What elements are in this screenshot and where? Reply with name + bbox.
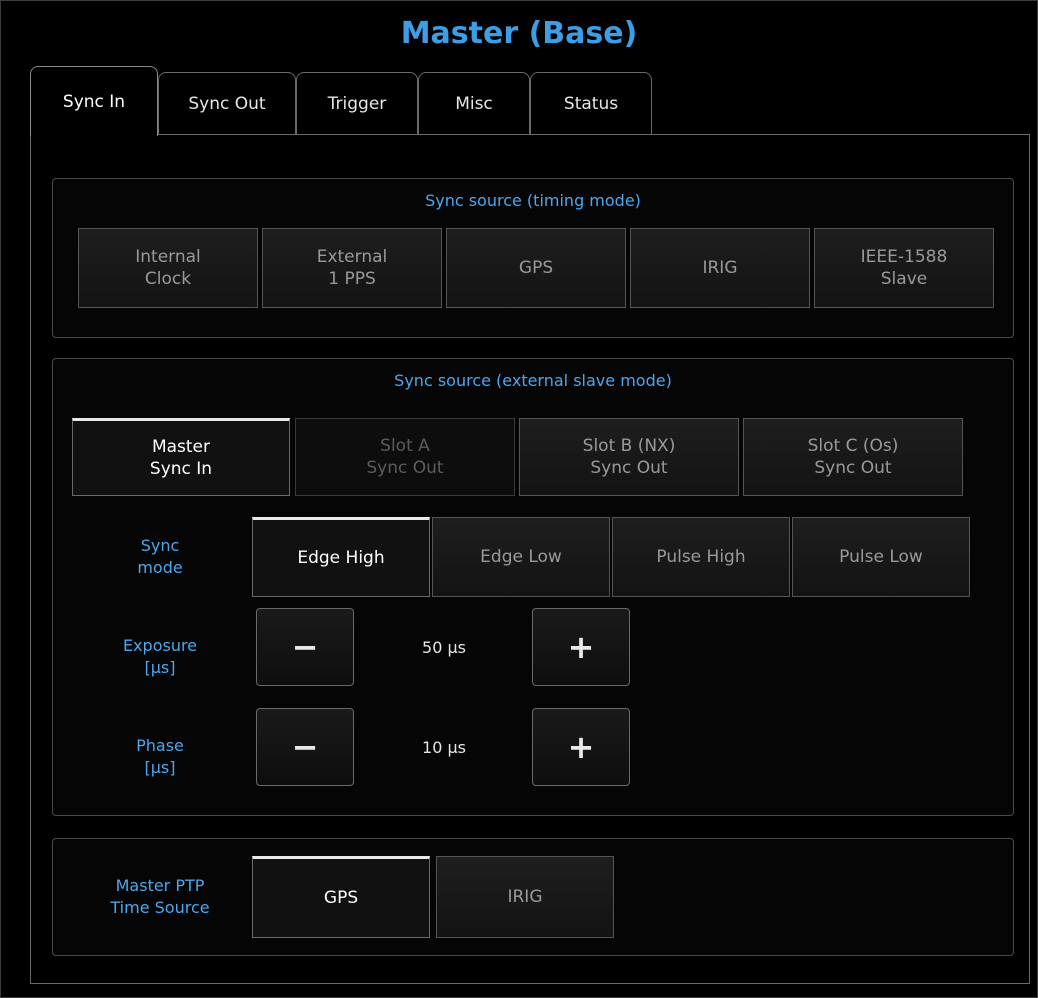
sync-in-panel <box>30 134 1030 984</box>
tab-sync-out[interactable]: Sync Out <box>158 72 296 134</box>
tab-trigger[interactable]: Trigger <box>296 72 418 134</box>
tab-status[interactable]: Status <box>530 72 652 134</box>
tab-sync-in[interactable]: Sync In <box>30 66 158 136</box>
tab-misc[interactable]: Misc <box>418 72 530 134</box>
page-title: Master (Base) <box>400 16 638 51</box>
